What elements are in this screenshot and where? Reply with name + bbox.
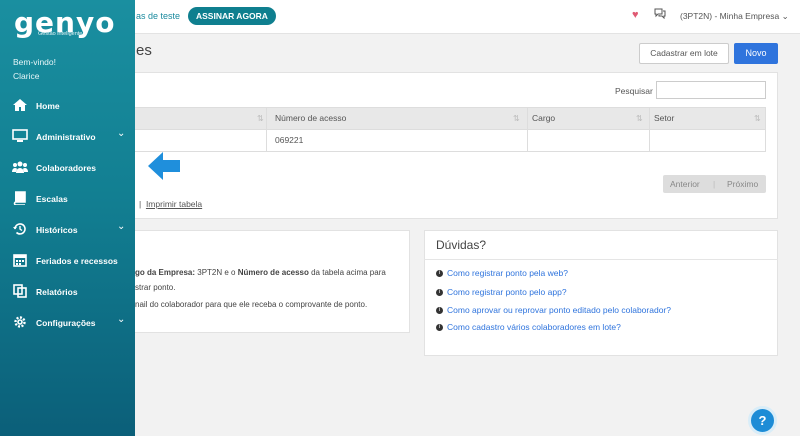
faq-link[interactable]: i Como cadastro vários colaboradores em l… [436,322,621,332]
user-name: Clarice [13,71,40,81]
info-icon: i [436,324,443,332]
users-icon [12,161,28,173]
heart-icon[interactable]: ♥ [632,9,639,21]
chat-icon[interactable] [654,8,666,22]
next-page-button[interactable]: Próximo [727,175,758,193]
sidebar-item-relatorios[interactable]: Relatórios [0,278,135,306]
instruction-line: strar ponto. [135,283,176,292]
chevron-down-icon: ⌄ [117,314,126,325]
faq-link[interactable]: i Como aprovar ou reprovar ponto editado … [436,305,671,315]
sidebar: genyo Gestão inteligente Bem-vindo! Clar… [0,0,135,436]
info-icon: i [436,307,443,315]
column-header-role[interactable]: Cargo [532,108,555,129]
chevron-down-icon: ⌄ [117,128,126,139]
monitor-icon [12,129,28,142]
faq-link[interactable]: i Como registrar ponto pela web? [436,268,568,278]
instruction-line: go da Empresa: 3PT2N e o Número de acess… [135,268,386,277]
search-label: Pesquisar [615,86,653,96]
sidebar-item-escalas[interactable]: Escalas [0,185,135,213]
cell-access-number: 069221 [275,135,304,145]
sidebar-item-colaboradores[interactable]: Colaboradores [0,154,135,182]
logo-tagline: Gestão inteligente [38,31,83,37]
help-button[interactable]: ? [748,406,777,435]
welcome-text: Bem-vindo! [13,57,56,67]
sidebar-item-historicos[interactable]: Históricos ⌄ [0,216,135,244]
sort-icon[interactable]: ⇅ [754,108,761,129]
calendar-icon [13,254,27,267]
book-icon [13,191,26,205]
chevron-down-icon: ⌄ [781,11,789,21]
company-name: (3PT2N) - Minha Empresa [680,11,780,21]
home-icon [13,99,27,111]
sidebar-item-configuracoes[interactable]: Configurações ⌄ [0,309,135,337]
table-links: s | Imprimir tabela [130,199,202,209]
info-icon: i [436,270,443,278]
faq-title: Dúvidas? [436,238,487,252]
copy-icon [13,284,27,298]
company-selector[interactable]: (3PT2N) - Minha Empresa ⌄ [680,11,789,22]
pagination: Anterior | Próximo [663,175,766,193]
previous-page-button[interactable]: Anterior [670,175,700,193]
instructions-card [100,230,410,333]
new-button[interactable]: Novo [734,43,778,64]
column-header-sector[interactable]: Setor [654,108,674,129]
faq-link[interactable]: i Como registrar ponto pelo app? [436,287,567,297]
table-header: ⇅ Número de acesso ⇅ Cargo ⇅ Setor ⇅ [110,107,766,130]
history-icon [13,223,26,235]
chevron-down-icon: ⌄ [117,221,126,232]
trial-days-link[interactable]: as de teste [136,11,180,21]
search-input[interactable] [656,81,766,99]
sidebar-item-feriados[interactable]: Feriados e recessos [0,247,135,275]
arrow-left-icon [148,152,180,180]
table-row[interactable]: 069221 [110,130,766,152]
instruction-line: nail do colaborador para que ele receba … [135,300,368,309]
column-header-access[interactable]: Número de acesso [275,108,346,129]
bulk-register-button[interactable]: Cadastrar em lote [639,43,729,64]
sidebar-item-home[interactable]: Home [0,92,135,120]
gear-icon [14,316,26,328]
page-title: es [136,42,152,59]
subscribe-button[interactable]: ASSINAR AGORA [188,7,276,25]
sort-icon[interactable]: ⇅ [636,108,643,129]
info-icon: i [436,289,443,297]
sort-icon[interactable]: ⇅ [513,108,520,129]
print-table-link[interactable]: Imprimir tabela [146,199,202,209]
sort-icon[interactable]: ⇅ [257,108,264,129]
sidebar-item-administrativo[interactable]: Administrativo ⌄ [0,123,135,151]
